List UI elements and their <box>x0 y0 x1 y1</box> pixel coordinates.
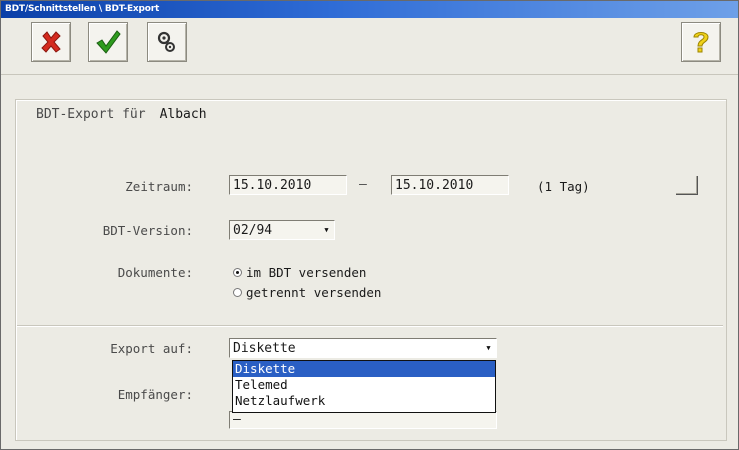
export-target-value: Diskette <box>233 341 296 356</box>
date-from-input[interactable]: 15.10.2010 <box>229 175 347 195</box>
bdt-version-select[interactable]: 02/94 ▼ <box>229 220 335 240</box>
empfaenger-label: Empfänger: <box>117 387 193 402</box>
question-icon <box>688 28 714 56</box>
date-to-input[interactable]: 15.10.2010 <box>391 175 509 195</box>
gears-icon <box>154 29 180 55</box>
radio-im-bdt[interactable]: im BDT versenden <box>233 265 366 280</box>
cancel-button[interactable] <box>31 22 71 62</box>
duration-text: (1 Tag) <box>537 179 590 194</box>
radio-selected-icon <box>233 268 242 277</box>
checkmark-icon <box>94 28 122 56</box>
radio-label: getrennt versenden <box>246 285 382 300</box>
close-icon <box>38 29 64 55</box>
bdt-version-label: BDT-Version: <box>102 223 193 238</box>
zeitraum-label: Zeitraum: <box>125 179 193 194</box>
export-window: BDT/Schnittstellen \ BDT-Export BDT-Expo… <box>0 0 739 450</box>
dropdown-option[interactable]: Netzlaufwerk <box>233 393 495 409</box>
legend-label: BDT-Export für <box>36 107 146 122</box>
window-title: BDT/Schnittstellen \ BDT-Export <box>5 4 160 14</box>
patient-name: Albach <box>159 107 207 122</box>
export-label: Export auf: <box>110 341 193 356</box>
radio-label: im BDT versenden <box>246 265 367 280</box>
radio-getrennt[interactable]: getrennt versenden <box>233 285 381 300</box>
group-legend: BDT-Export für Albach <box>31 107 212 122</box>
section-divider <box>17 325 723 327</box>
dokumente-label: Dokumente: <box>117 265 193 280</box>
radio-unselected-icon <box>233 288 242 297</box>
help-button[interactable] <box>681 22 721 62</box>
title-bar: BDT/Schnittstellen \ BDT-Export <box>1 1 738 18</box>
settings-button[interactable] <box>147 22 187 62</box>
dropdown-option[interactable]: Telemed <box>233 377 495 393</box>
export-target-select[interactable]: Diskette ▼ <box>229 338 497 358</box>
ok-button[interactable] <box>88 22 128 62</box>
empfaenger-input[interactable]: – <box>229 411 497 429</box>
chevron-down-icon: ▼ <box>324 226 329 234</box>
bdt-version-value: 02/94 <box>233 223 273 238</box>
chevron-down-icon: ▼ <box>486 344 491 352</box>
date-range-separator: – <box>359 177 367 192</box>
export-dropdown-list: Diskette Telemed Netzlaufwerk <box>232 360 496 413</box>
dropdown-option[interactable]: Diskette <box>233 361 495 377</box>
date-picker-button[interactable] <box>676 176 698 195</box>
